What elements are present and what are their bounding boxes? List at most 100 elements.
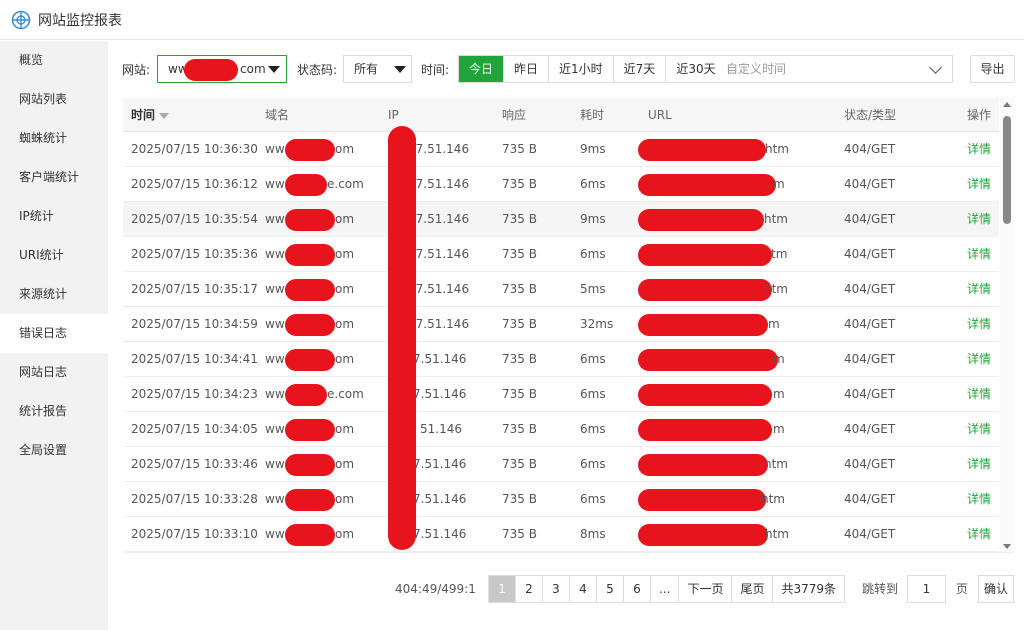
redaction-mark (638, 139, 766, 161)
sidebar-item-client-stats[interactable]: 客户端统计 (0, 158, 108, 197)
tab-last-7-days[interactable]: 近7天 (614, 56, 667, 82)
chevron-down-icon (929, 61, 942, 74)
sidebar-item-stats-report[interactable]: 统计报告 (0, 392, 108, 431)
row-details-link[interactable]: 详情 (967, 167, 991, 202)
redaction-mark (285, 454, 335, 476)
row-domain-suffix: om (335, 422, 355, 436)
row-response-size: 735 B (502, 492, 537, 506)
page-unit-label: 页 (956, 582, 969, 596)
row-status-type: 404/GET (844, 352, 896, 366)
status-code-select[interactable]: 所有 (343, 55, 412, 83)
row-status-type: 404/GET (844, 247, 896, 261)
row-domain-prefix: ww (265, 527, 285, 541)
redaction-mark (638, 279, 772, 301)
row-domain-prefix: ww (265, 177, 285, 191)
row-domain-suffix: om (335, 142, 355, 156)
sidebar-item-overview[interactable]: 概览 (0, 41, 108, 80)
row-ip: 27.51.146 (408, 177, 470, 191)
sort-desc-icon (159, 112, 170, 119)
row-response-size: 735 B (502, 142, 537, 156)
row-status-type: 404/GET (844, 177, 896, 191)
row-details-link[interactable]: 详情 (967, 237, 991, 272)
row-details-link[interactable]: 详情 (967, 482, 991, 517)
tab-last-hour[interactable]: 近1小时 (549, 56, 614, 82)
redaction-mark (285, 279, 335, 301)
tab-today[interactable]: 今日 (459, 56, 505, 82)
row-domain-prefix: ww (265, 422, 285, 436)
row-ip: 27.51.146 (408, 247, 470, 261)
site-select[interactable]: ww com (157, 55, 287, 83)
column-header-duration: 耗时 (580, 108, 605, 122)
row-domain-suffix: om (335, 282, 355, 296)
row-domain-suffix: e.com (327, 177, 364, 191)
page-button-2[interactable]: 2 (516, 576, 543, 602)
site-select-suffix: com (240, 62, 266, 76)
jump-page-input[interactable] (907, 575, 946, 603)
table-scrollbar[interactable] (1000, 98, 1014, 552)
row-details-link[interactable]: 详情 (967, 377, 991, 412)
redaction-mark (285, 349, 335, 371)
table-row: 2025/07/15 10:34:41 ww om 7.51.146 735 B 6ms m… (123, 342, 999, 377)
page-button-6[interactable]: 6 (624, 576, 651, 602)
sidebar-item-site-list[interactable]: 网站列表 (0, 80, 108, 119)
sidebar-item-global-settings[interactable]: 全局设置 (0, 431, 108, 470)
scrollbar-thumb[interactable] (1003, 116, 1011, 224)
row-duration: 9ms (580, 142, 606, 156)
sidebar-item-referrer-stats[interactable]: 来源统计 (0, 275, 108, 314)
scroll-down-arrow-icon[interactable] (1003, 544, 1011, 549)
row-url-tail: m (773, 422, 785, 436)
row-response-size: 735 B (502, 422, 537, 436)
row-ip: 51.146 (420, 422, 462, 436)
page-button-4[interactable]: 4 (570, 576, 597, 602)
redaction-mark (285, 139, 335, 161)
confirm-jump-button[interactable]: 确认 (978, 575, 1014, 603)
ip-column-redaction (388, 126, 416, 550)
redaction-mark (638, 244, 772, 266)
redaction-mark (285, 419, 335, 441)
row-details-link[interactable]: 详情 (967, 132, 991, 167)
row-details-link[interactable]: 详情 (967, 342, 991, 377)
row-details-link[interactable]: 详情 (967, 272, 991, 307)
row-status-type: 404/GET (844, 142, 896, 156)
row-domain-prefix: ww (265, 352, 285, 366)
row-domain-suffix: om (335, 317, 355, 331)
row-ip: 27.51.146 (408, 212, 470, 226)
table-row: 2025/07/15 10:33:10 ww om 7.51.146 735 B 8ms h… (123, 517, 999, 552)
column-header-domain: 域名 (265, 108, 290, 122)
jump-to-label: 跳转到 (862, 582, 899, 596)
row-time: 2025/07/15 10:33:28 (131, 492, 258, 506)
row-time: 2025/07/15 10:34:41 (131, 352, 258, 366)
page-button-5[interactable]: 5 (597, 576, 624, 602)
sidebar-item-uri-stats[interactable]: URI统计 (0, 236, 108, 275)
row-ip: 7.51.146 (413, 387, 467, 401)
row-details-link[interactable]: 详情 (967, 307, 991, 342)
filter-bar: 网站: ww com 状态码: 所有 时间: 今日 昨日 近1小时 近7天 近3… (108, 55, 1024, 85)
page-button-3[interactable]: 3 (543, 576, 570, 602)
row-details-link[interactable]: 详情 (967, 202, 991, 237)
sidebar-item-spider-stats[interactable]: 蜘蛛统计 (0, 119, 108, 158)
next-page-button[interactable]: 下一页 (679, 576, 733, 602)
sidebar-item-site-log[interactable]: 网站日志 (0, 353, 108, 392)
row-domain-prefix: ww (265, 212, 285, 226)
row-time: 2025/07/15 10:36:30 (131, 142, 258, 156)
row-duration: 6ms (580, 457, 606, 471)
column-header-status-type: 状态/类型 (844, 108, 897, 122)
row-duration: 5ms (580, 282, 606, 296)
scroll-up-arrow-icon[interactable] (1003, 102, 1011, 107)
row-time: 2025/07/15 10:33:10 (131, 527, 258, 541)
row-ip: 27.51.146 (408, 142, 470, 156)
custom-time-picker[interactable]: 自定义时间 (715, 55, 953, 83)
column-header-time[interactable]: 时间 (131, 98, 170, 132)
row-details-link[interactable]: 详情 (967, 447, 991, 482)
tab-yesterday[interactable]: 昨日 (504, 56, 550, 82)
export-button[interactable]: 导出 (970, 55, 1015, 83)
row-domain-prefix: ww (265, 247, 285, 261)
redaction-mark (638, 174, 776, 196)
row-details-link[interactable]: 详情 (967, 412, 991, 447)
sidebar-item-error-log[interactable]: 错误日志 (0, 314, 108, 353)
sidebar-item-ip-stats[interactable]: IP统计 (0, 197, 108, 236)
last-page-button[interactable]: 尾页 (732, 576, 774, 602)
row-details-link[interactable]: 详情 (967, 517, 991, 552)
page-button-1[interactable]: 1 (489, 576, 516, 602)
row-domain-prefix: ww (265, 282, 285, 296)
